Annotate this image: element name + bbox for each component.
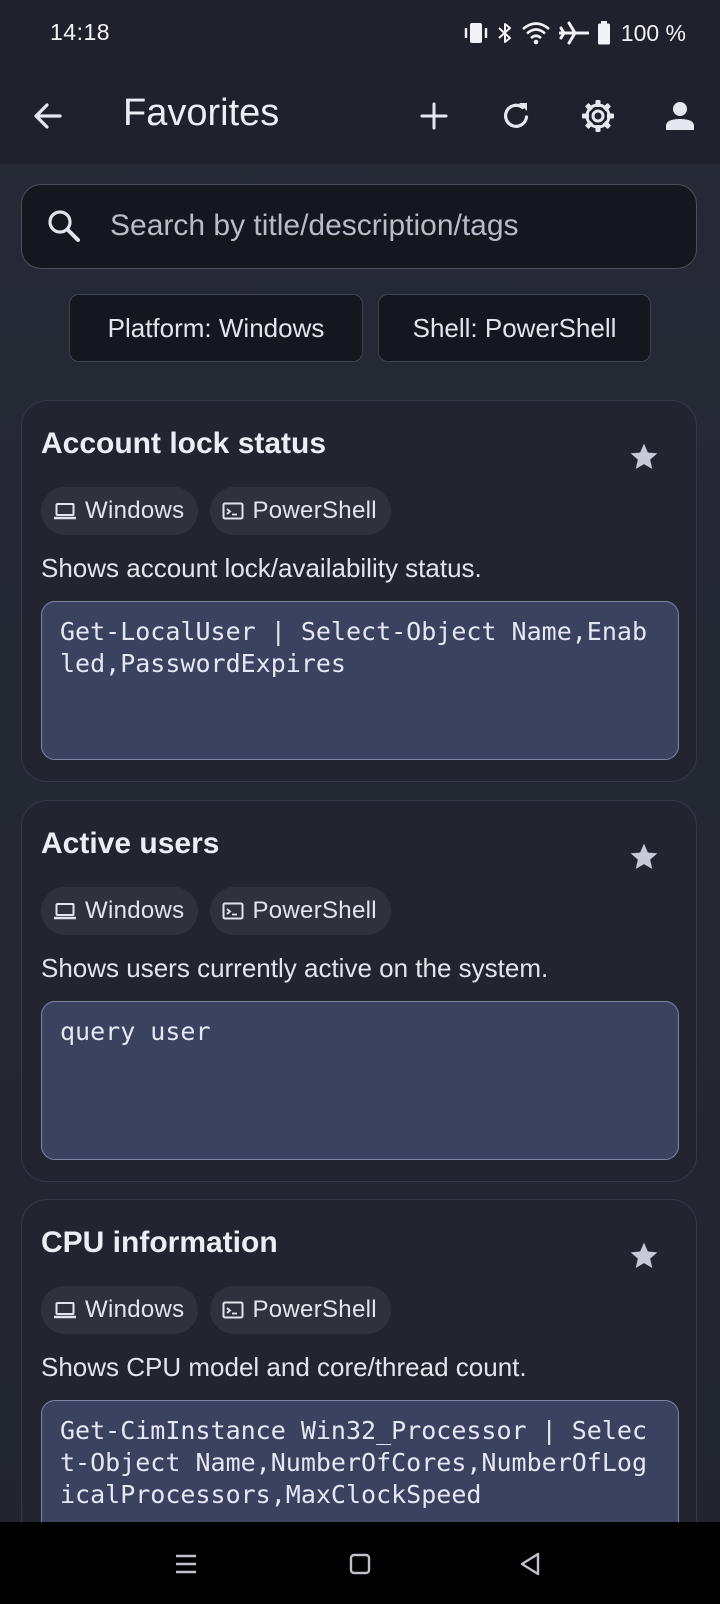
favorite-button[interactable] [620, 833, 668, 881]
favorite-button[interactable] [620, 433, 668, 481]
tag-label: Windows [85, 497, 185, 524]
system-nav-bar [0, 1522, 720, 1604]
star-icon [630, 443, 658, 469]
tag-label: Windows [85, 1296, 185, 1323]
terminal-icon [222, 1301, 244, 1319]
terminal-icon [222, 902, 244, 920]
favorite-button[interactable] [620, 1232, 668, 1280]
tag-shell: PowerShell [210, 1286, 391, 1334]
vibrate-icon [464, 23, 487, 43]
card-title: Account lock status [41, 427, 327, 460]
tag-list: Windows PowerShell [41, 887, 391, 935]
command-text[interactable]: Get-LocalUser | Select-Object Name,Enabl… [41, 601, 679, 760]
bluetooth-icon [498, 23, 511, 43]
airplane-icon [558, 21, 589, 45]
tag-label: PowerShell [252, 1296, 377, 1323]
tag-platform: Windows [41, 487, 199, 535]
nav-home-button[interactable] [332, 1536, 388, 1592]
star-icon [630, 843, 658, 869]
card-description: Shows account lock/availability status. [41, 553, 482, 583]
home-square-icon [349, 1553, 371, 1575]
card-description: Shows users currently active on the syst… [41, 953, 549, 983]
refresh-icon [503, 103, 529, 128]
tag-shell: PowerShell [210, 487, 391, 535]
favorites-screen: 14:18 100 % Favorites Search by title/de… [0, 0, 720, 1604]
laptop-icon [54, 1302, 76, 1319]
tag-list: Windows PowerShell [41, 487, 391, 535]
battery-percentage: 100 % [620, 19, 686, 46]
filter-chip-shell[interactable]: Shell: PowerShell [378, 294, 651, 362]
tag-label: Windows [85, 897, 185, 924]
back-button[interactable] [20, 88, 76, 144]
search-bar[interactable] [21, 184, 697, 269]
command-card[interactable]: Account lock status Windows PowerShell S… [21, 400, 697, 782]
card-description: Shows CPU model and core/thread count. [41, 1352, 527, 1382]
tag-list: Windows PowerShell [41, 1286, 391, 1334]
search-input[interactable] [110, 185, 670, 267]
person-icon [666, 102, 694, 130]
account-button[interactable] [652, 88, 708, 144]
nav-menu-button[interactable] [158, 1536, 214, 1592]
battery-icon [597, 21, 610, 45]
laptop-icon [54, 503, 76, 520]
tag-shell: PowerShell [210, 887, 391, 935]
arrow-back-icon [34, 103, 62, 129]
star-icon [630, 1242, 658, 1268]
filter-chip-platform[interactable]: Platform: Windows [69, 294, 363, 362]
gear-icon [582, 100, 614, 132]
card-title: CPU information [41, 1226, 278, 1259]
settings-button[interactable] [570, 88, 626, 144]
status-bar: 14:18 100 % [0, 0, 720, 68]
nav-back-button[interactable] [502, 1536, 558, 1592]
add-icon [420, 102, 448, 130]
add-button[interactable] [406, 88, 462, 144]
app-bar: Favorites [0, 68, 720, 164]
status-time: 14:18 [50, 19, 111, 45]
status-icons: 100 % [463, 18, 686, 48]
card-title: Active users [41, 827, 220, 860]
tag-label: PowerShell [252, 897, 377, 924]
laptop-icon [54, 903, 76, 920]
terminal-icon [222, 502, 244, 520]
search-icon [48, 210, 80, 242]
refresh-button[interactable] [488, 88, 544, 144]
tag-platform: Windows [41, 887, 199, 935]
page-title: Favorites [123, 92, 280, 134]
back-triangle-icon [520, 1552, 540, 1576]
tag-label: PowerShell [252, 497, 377, 524]
command-text[interactable]: query user [41, 1001, 679, 1160]
command-card[interactable]: Active users Windows PowerShell Shows us… [21, 800, 697, 1182]
wifi-icon [521, 22, 550, 45]
menu-icon [176, 1554, 196, 1574]
tag-platform: Windows [41, 1286, 199, 1334]
